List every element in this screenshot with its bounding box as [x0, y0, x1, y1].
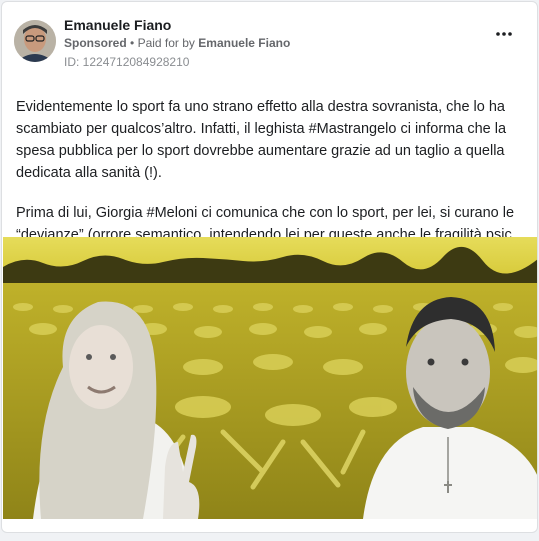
author-name[interactable]: Emanuele Fiano	[64, 17, 171, 33]
sponsored-post-card: Emanuele Fiano Sponsored • Paid for by E…	[1, 1, 538, 533]
paid-for-name[interactable]: Emanuele Fiano	[198, 36, 290, 50]
sponsored-label: Sponsored	[64, 36, 127, 50]
post-paragraph-line: Prima di lui, Giorgia #Meloni ci comunic…	[16, 205, 515, 221]
post-message: Evidentemente lo sport fa uno strano eff…	[16, 96, 528, 246]
post-image[interactable]	[3, 237, 537, 519]
ad-id: ID: 1224712084928210	[64, 55, 190, 69]
sponsored-meta: Sponsored • Paid for by Emanuele Fiano	[64, 36, 290, 50]
post-image-graphic	[3, 237, 537, 519]
meta-separator: •	[130, 36, 135, 50]
paid-for-prefix: Paid for by	[137, 36, 195, 50]
more-options-button[interactable]	[491, 26, 517, 42]
author-avatar[interactable]	[14, 20, 56, 62]
more-horizontal-icon	[496, 32, 512, 36]
post-paragraph: Evidentemente lo sport fa uno strano eff…	[16, 99, 507, 181]
